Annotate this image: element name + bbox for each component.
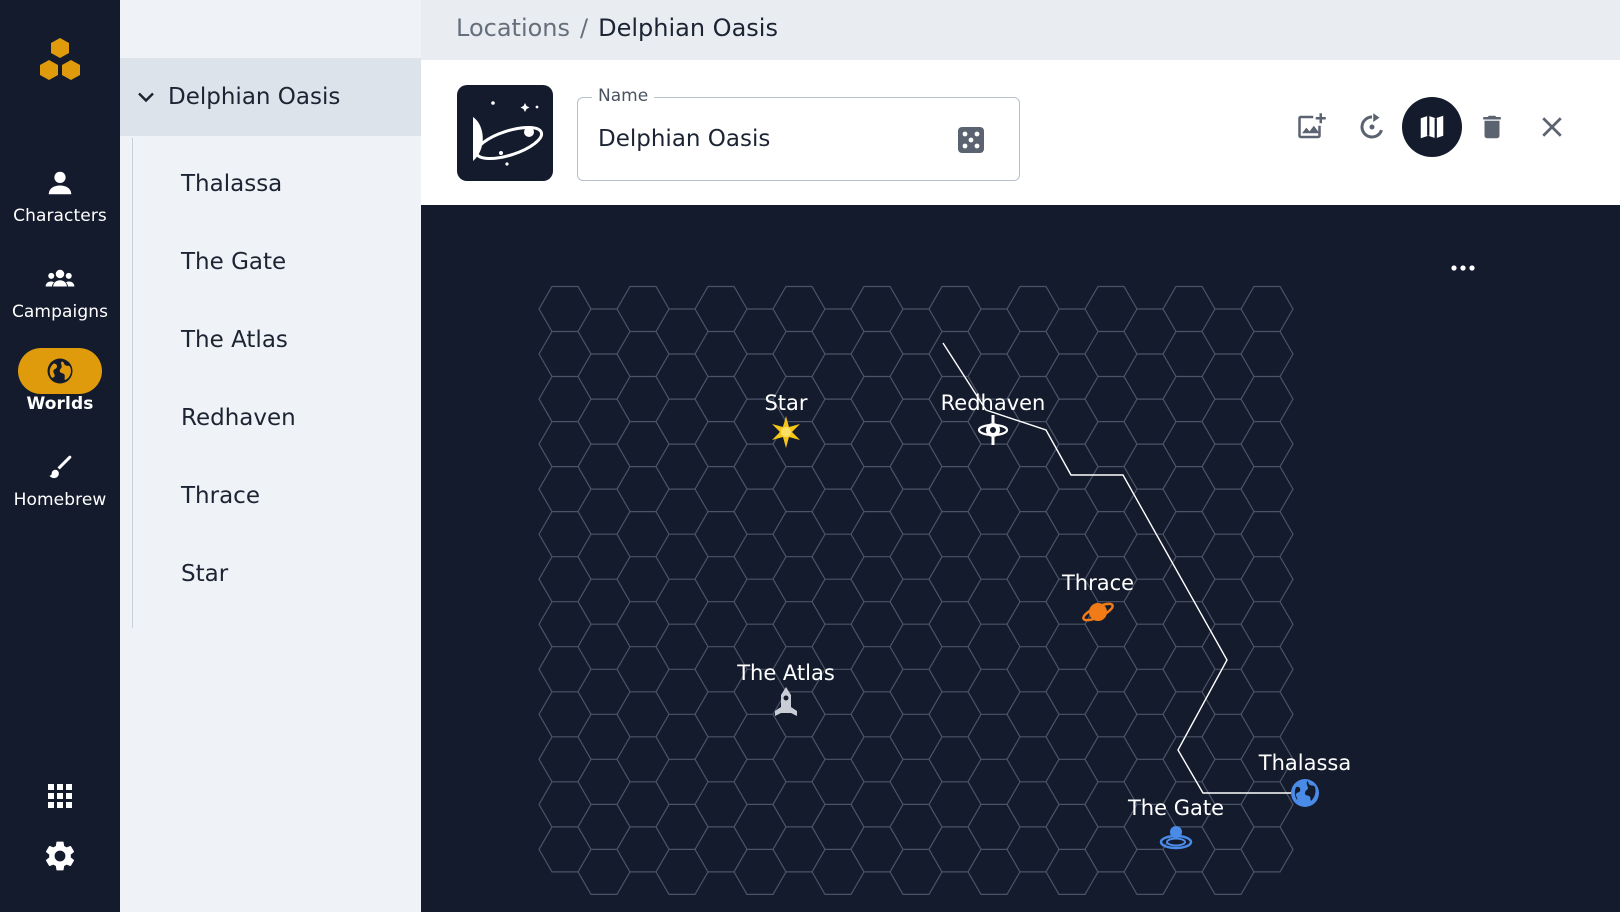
map-icon xyxy=(1420,115,1444,139)
rotate-button[interactable] xyxy=(1342,97,1402,157)
nav-rail: Characters Campaigns Worlds Homebrew xyxy=(0,0,120,912)
location-tree-sidebar xyxy=(120,0,421,912)
space-station-icon[interactable] xyxy=(975,412,1011,448)
map-label-thalassa: Thalassa xyxy=(1258,751,1352,775)
tree-root-item[interactable]: Delphian Oasis xyxy=(120,58,421,136)
more-options-icon[interactable] xyxy=(1448,258,1478,278)
tree-item-the-gate[interactable]: The Gate xyxy=(181,249,286,275)
nav-label: Homebrew xyxy=(13,490,107,510)
hex-map-canvas[interactable] xyxy=(421,205,1620,912)
globe-icon xyxy=(18,348,102,394)
map-view-button[interactable] xyxy=(1402,97,1462,157)
add-image-icon xyxy=(1298,113,1326,139)
earth-icon[interactable] xyxy=(1287,775,1323,811)
tree-item-thrace[interactable]: Thrace xyxy=(181,483,260,509)
portal-icon[interactable] xyxy=(1158,818,1194,854)
hex-grid xyxy=(538,285,1305,895)
app-logo-icon[interactable] xyxy=(36,38,84,82)
rotate-icon xyxy=(1360,113,1383,139)
close-icon xyxy=(1542,117,1562,137)
tree-item-thalassa[interactable]: Thalassa xyxy=(181,171,282,197)
name-field[interactable]: Name xyxy=(577,86,1020,181)
map-label-the-gate: The Gate xyxy=(1127,796,1225,820)
map-label-star: Star xyxy=(764,391,808,415)
spaceship-icon[interactable] xyxy=(768,684,804,720)
apps-grid-icon[interactable] xyxy=(42,778,78,814)
person-icon xyxy=(18,160,102,206)
add-image-button[interactable] xyxy=(1282,97,1342,157)
solar-system-icon xyxy=(473,101,544,166)
brush-icon xyxy=(18,444,102,490)
star-icon[interactable] xyxy=(768,414,804,450)
tree-guide-line xyxy=(132,138,133,628)
nav-label: Worlds xyxy=(26,394,94,414)
planet-icon[interactable] xyxy=(1080,594,1116,630)
close-button[interactable] xyxy=(1522,97,1582,157)
tree-root-label: Delphian Oasis xyxy=(168,84,341,110)
breadcrumb-current: Delphian Oasis xyxy=(598,14,778,42)
nav-worlds[interactable]: Worlds xyxy=(0,348,120,414)
location-avatar[interactable] xyxy=(457,85,553,181)
nav-homebrew[interactable]: Homebrew xyxy=(0,444,120,510)
nav-label: Characters xyxy=(13,206,107,226)
group-icon xyxy=(18,256,102,302)
tree-item-the-atlas[interactable]: The Atlas xyxy=(181,327,288,353)
settings-gear-icon[interactable] xyxy=(42,838,78,874)
breadcrumb: Locations / Delphian Oasis xyxy=(456,14,778,42)
map-label-thrace: Thrace xyxy=(1061,571,1135,595)
breadcrumb-separator: / xyxy=(580,14,589,42)
nav-label: Campaigns xyxy=(11,302,109,322)
map-label-the-atlas: The Atlas xyxy=(737,661,835,685)
tree-item-star[interactable]: Star xyxy=(181,561,228,587)
name-field-label: Name xyxy=(592,86,655,106)
nav-campaigns[interactable]: Campaigns xyxy=(0,256,120,322)
name-input[interactable] xyxy=(598,120,928,158)
chevron-down-icon[interactable] xyxy=(134,85,158,109)
delete-button[interactable] xyxy=(1462,97,1522,157)
breadcrumb-parent-link[interactable]: Locations xyxy=(456,14,570,42)
nav-characters[interactable]: Characters xyxy=(0,160,120,226)
dice-randomize-icon[interactable] xyxy=(956,125,986,155)
tree-item-redhaven[interactable]: Redhaven xyxy=(181,405,296,431)
delete-icon xyxy=(1483,115,1501,139)
